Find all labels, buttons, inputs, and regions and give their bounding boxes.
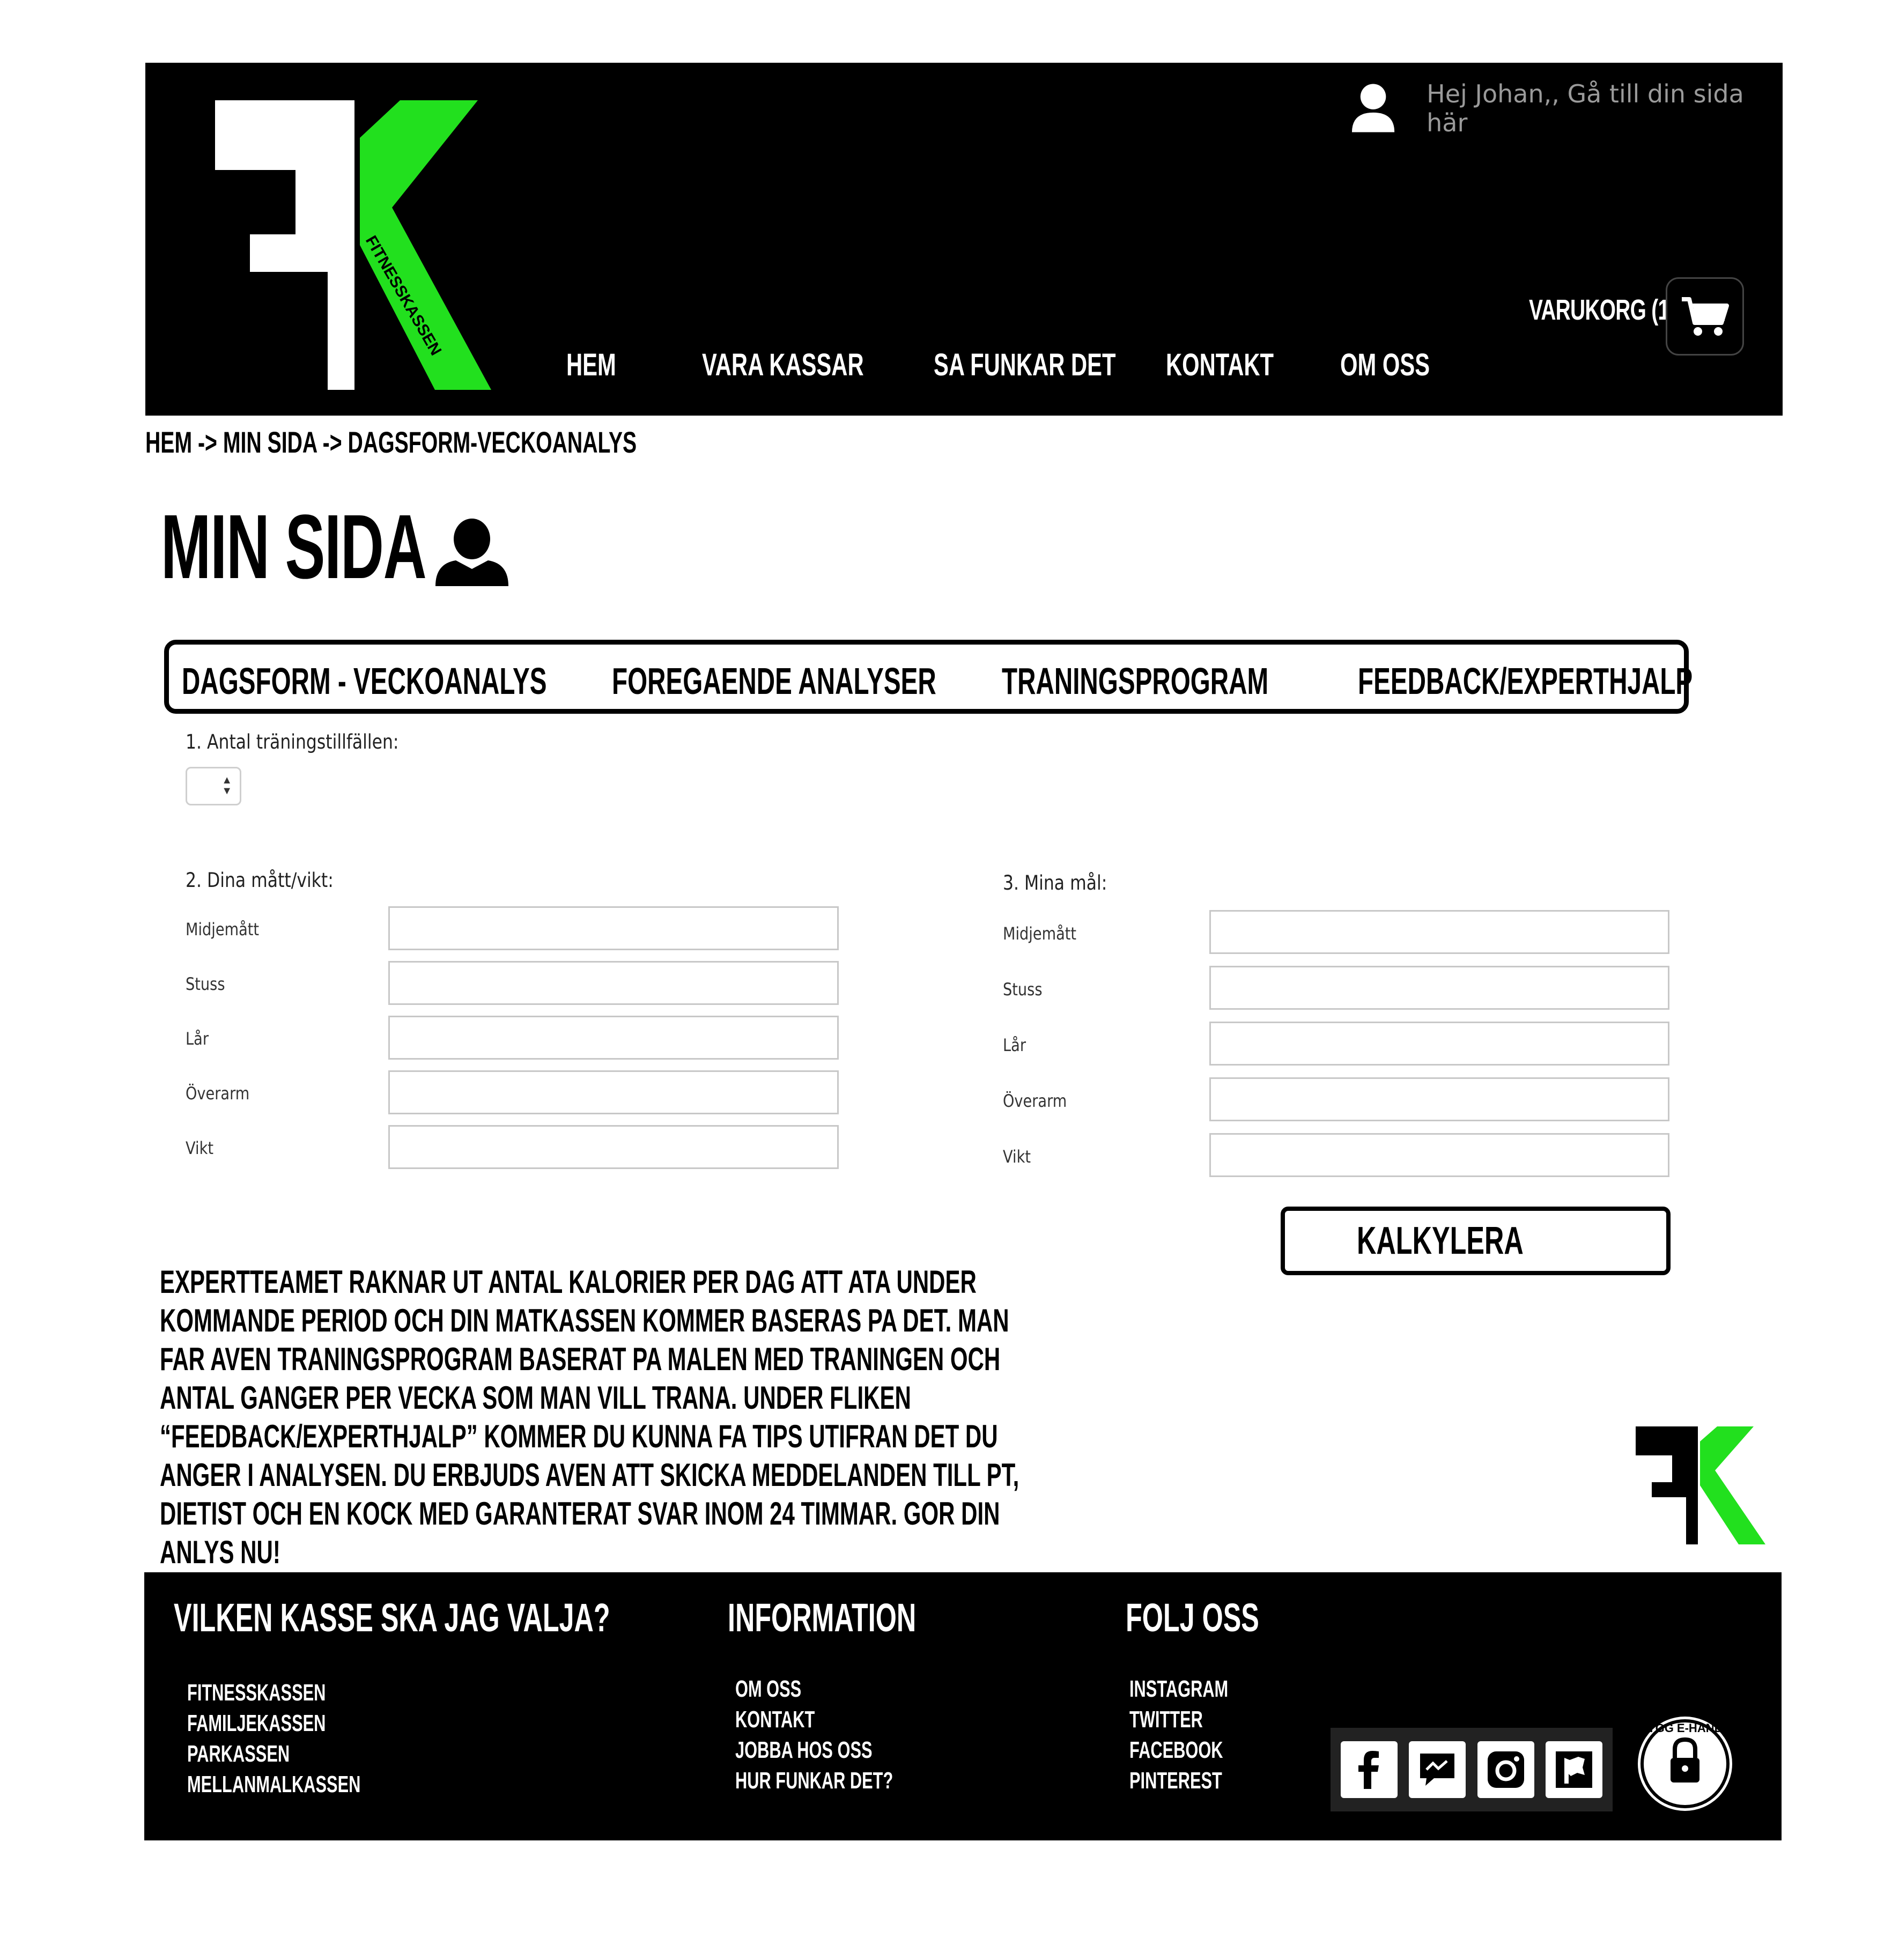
dina-matt-label: 2. Dina mått/vikt: — [186, 869, 334, 892]
cart-label[interactable]: VARUKORG (1) — [1529, 293, 1676, 327]
footer-link-hur-funkar-det[interactable]: HUR FUNKAR DET? — [735, 1767, 893, 1794]
footer-link-twitter[interactable]: TWITTER — [1129, 1706, 1203, 1733]
footer-link-parkassen[interactable]: PARKASSEN — [187, 1741, 290, 1767]
analysis-description: EXPERTTEAMET RAKNAR UT ANTAL KALORIER PE… — [160, 1264, 1019, 1570]
messenger-glyph — [1420, 1754, 1455, 1786]
facebook-icon[interactable] — [1340, 1741, 1398, 1798]
messenger-icon[interactable] — [1409, 1741, 1466, 1798]
nav-hem[interactable]: HEM — [566, 347, 616, 383]
field-label-lar: Lår — [186, 1029, 209, 1049]
field-label-stuss: Stuss — [186, 974, 225, 994]
goal-vikt-input[interactable] — [1209, 1133, 1669, 1177]
fk-logo[interactable]: FITNESSKASSEN — [215, 100, 515, 390]
kalkylera-label: KALKYLERA — [1356, 1219, 1524, 1262]
footer-link-mellanmalkassen[interactable]: MELLANMALKASSEN — [187, 1771, 360, 1798]
field-label-vikt: Vikt — [186, 1138, 213, 1158]
trygg-e-handel-badge[interactable]: TRYGG E-HANDEL — [1634, 1713, 1736, 1815]
footer-link-instagram[interactable]: INSTAGRAM — [1129, 1676, 1228, 1703]
breadcrumb-current: DAGSFORM-VECKOANALYS — [348, 425, 637, 459]
instagram-glyph — [1487, 1751, 1524, 1788]
field-label-stuss: Stuss — [1003, 979, 1043, 1000]
stepper-arrows-icon: ▲ ▼ — [221, 774, 232, 797]
footer-link-pinterest[interactable]: PINTEREST — [1129, 1767, 1222, 1794]
current-overarm-input[interactable] — [388, 1070, 839, 1114]
page-title: MIN SIDA — [161, 496, 427, 598]
breadcrumb-hem[interactable]: HEM — [145, 425, 192, 459]
current-stuss-input[interactable] — [388, 961, 839, 1005]
field-label-midjematt: Midjemått — [186, 919, 260, 940]
cart-button[interactable] — [1666, 277, 1744, 356]
greeting-text[interactable]: Hej Johan,, Gå till din sida här — [1427, 79, 1789, 137]
field-label-overarm: Överarm — [1003, 1091, 1067, 1111]
user-icon — [435, 519, 508, 586]
breadcrumb: HEM -> MIN SIDA -> DAGSFORM-VECKOANALYS — [145, 425, 637, 460]
social-icons — [1331, 1728, 1613, 1811]
field-label-midjematt: Midjemått — [1003, 923, 1077, 944]
kalkylera-button[interactable]: KALKYLERA — [1281, 1207, 1671, 1275]
main-nav: HEM VARA KASSAR SA FUNKAR DET KONTAKT OM… — [145, 347, 1783, 390]
goal-lar-input[interactable] — [1209, 1022, 1669, 1066]
analysis-tabs: DAGSFORM - VECKOANALYS FOREGAENDE ANALYS… — [164, 640, 1693, 714]
nav-om-oss[interactable]: OM OSS — [1340, 347, 1430, 383]
field-label-vikt: Vikt — [1003, 1147, 1031, 1167]
field-label-overarm: Överarm — [186, 1083, 250, 1104]
site-footer: VILKEN KASSE SKA JAG VALJA? FITNESSKASSE… — [144, 1572, 1782, 1840]
tab-traningsprogram[interactable]: TRANINGSPROGRAM — [1002, 660, 1268, 702]
breadcrumb-separator: -> — [316, 425, 348, 459]
nav-sa-funkar-det[interactable]: SA FUNKAR DET — [934, 347, 1115, 383]
fk-logo-small — [1636, 1426, 1765, 1544]
footer-heading-folj-oss: FOLJ OSS — [1126, 1595, 1259, 1640]
current-vikt-input[interactable] — [388, 1125, 839, 1169]
flag-icon[interactable] — [1546, 1741, 1603, 1798]
tab-foregaende-analyser[interactable]: FOREGAENDE ANALYSER — [612, 660, 936, 702]
footer-link-familjekassen[interactable]: FAMILJEKASSEN — [187, 1710, 326, 1737]
tab-feedback-experthjalp[interactable]: FEEDBACK/EXPERTHJALP — [1358, 660, 1693, 702]
badge-text: TRYGG E-HANDEL — [1634, 1721, 1736, 1735]
breadcrumb-separator: -> — [192, 425, 223, 459]
mina-mal-label: 3. Mina mål: — [1003, 871, 1107, 894]
goal-overarm-input[interactable] — [1209, 1077, 1669, 1121]
site-header: FITNESSKASSEN Hej Johan,, Gå till din si… — [145, 63, 1783, 416]
tab-dagsform-veckoanalys[interactable]: DAGSFORM - VECKOANALYS — [182, 660, 547, 702]
footer-link-fitnesskassen[interactable]: FITNESSKASSEN — [187, 1680, 326, 1706]
facebook-glyph — [1358, 1751, 1379, 1789]
flag-glyph — [1556, 1751, 1593, 1788]
footer-heading-kasse: VILKEN KASSE SKA JAG VALJA? — [174, 1595, 610, 1640]
nav-vara-kassar[interactable]: VARA KASSAR — [702, 347, 864, 383]
user-icon — [1351, 84, 1395, 132]
nav-kontakt[interactable]: KONTAKT — [1166, 347, 1274, 383]
shopping-cart-icon — [1682, 297, 1729, 336]
instagram-icon[interactable] — [1477, 1741, 1534, 1798]
footer-link-jobba-hos-oss[interactable]: JOBBA HOS OSS — [735, 1737, 873, 1764]
footer-heading-information: INFORMATION — [728, 1595, 917, 1640]
current-lar-input[interactable] — [388, 1016, 839, 1060]
breadcrumb-min-sida[interactable]: MIN SIDA — [223, 425, 317, 459]
goal-stuss-input[interactable] — [1209, 966, 1669, 1010]
goal-midjematt-input[interactable] — [1209, 910, 1669, 954]
antal-traningstillfallen-label: 1. Antal träningstillfällen: — [186, 730, 399, 753]
antal-traningstillfallen-select[interactable]: ▲ ▼ — [186, 767, 241, 805]
field-label-lar: Lår — [1003, 1035, 1026, 1055]
user-greeting-link[interactable]: Hej Johan,, Gå till din sida här — [1349, 76, 1789, 140]
current-midjematt-input[interactable] — [388, 906, 839, 950]
footer-link-facebook[interactable]: FACEBOOK — [1129, 1737, 1223, 1764]
footer-link-kontakt[interactable]: KONTAKT — [735, 1706, 815, 1733]
footer-link-om-oss[interactable]: OM OSS — [735, 1676, 801, 1703]
